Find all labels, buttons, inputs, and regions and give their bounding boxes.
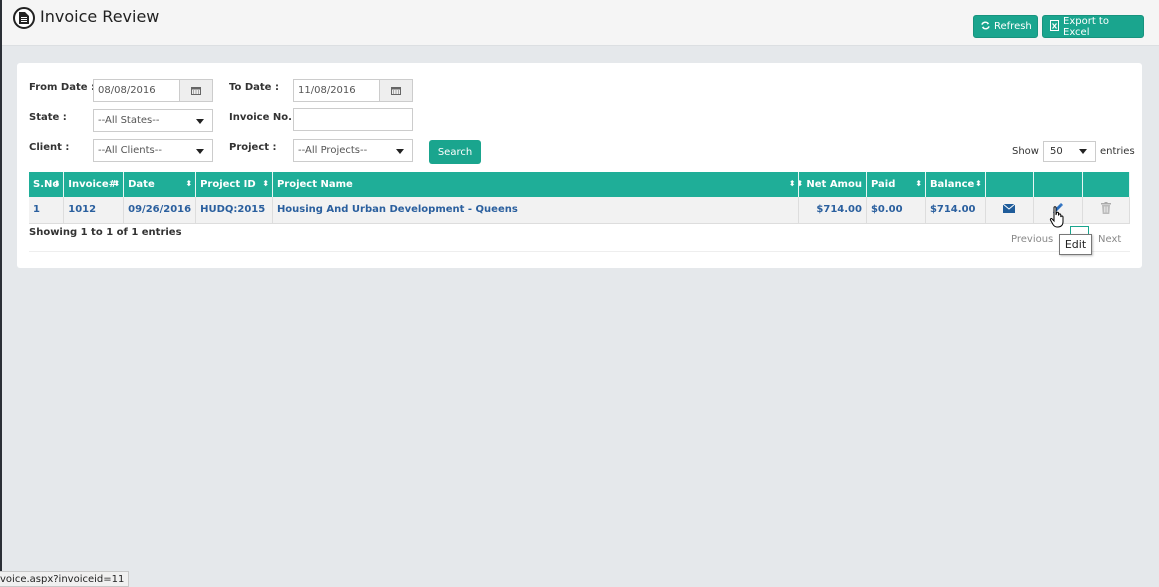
column-header-date[interactable]: Date ⬍: [123, 172, 197, 197]
cell-project-id: HUDQ:2015: [195, 197, 273, 224]
table-row: 1 1012 09/26/2016 HUDQ:2015 Housing And …: [29, 197, 1131, 224]
export-label: Export to Excel: [1063, 15, 1109, 38]
from-date-input[interactable]: 08/08/2016: [93, 79, 213, 102]
calendar-icon: [191, 87, 201, 95]
export-to-excel-button[interactable]: Export to Excel: [1042, 15, 1144, 38]
chevron-down-icon: [196, 119, 204, 124]
delete-icon: [1100, 202, 1111, 215]
client-label: Client :: [29, 142, 70, 153]
column-header-email: [985, 172, 1035, 197]
browser-status-bar: voice.aspx?invoiceid=11: [0, 571, 129, 587]
email-icon: [1003, 203, 1016, 213]
cell-balance: $714.00: [925, 197, 986, 224]
state-select[interactable]: --All States--: [93, 109, 213, 132]
from-date-value: 08/08/2016: [98, 85, 156, 96]
to-date-input[interactable]: 11/08/2016: [293, 79, 413, 102]
column-header-sno[interactable]: S.No ⬍: [29, 172, 65, 197]
chevron-down-icon: [396, 149, 404, 154]
sort-icon: ⬍: [262, 179, 269, 188]
sort-icon: ⬍: [113, 179, 121, 188]
table-info: Showing 1 to 1 of 1 entries: [29, 227, 182, 238]
chevron-down-icon: [1078, 149, 1087, 154]
chevron-down-icon: [196, 149, 204, 154]
to-date-label: To Date :: [229, 82, 279, 93]
cell-paid: $0.00: [866, 197, 926, 224]
column-header-project-id[interactable]: Project ID ⬍: [195, 172, 273, 197]
entries-per-page-select[interactable]: 50: [1042, 141, 1096, 162]
edit-tooltip: Edit: [1059, 234, 1092, 255]
sort-icon: ⬍: [788, 179, 796, 188]
show-label: Show: [1012, 146, 1039, 157]
entries-label: entries: [1099, 146, 1135, 157]
from-date-calendar-button[interactable]: [179, 80, 212, 101]
column-header-delete: [1082, 172, 1131, 197]
document-icon: [13, 7, 35, 29]
to-date-calendar-button[interactable]: [379, 80, 412, 101]
from-date-label: From Date :: [29, 82, 95, 93]
project-select[interactable]: --All Projects--: [293, 139, 413, 162]
table-header-row: S.No ⬍ Invoice# ⬍ Date ⬍ Project ID ⬍ Projec…: [29, 172, 1131, 197]
invoice-no-label: Invoice No. :: [229, 112, 300, 123]
invoice-panel: From Date : 08/08/2016 To Date : 11/08/2…: [17, 63, 1142, 268]
search-button[interactable]: Search: [429, 140, 481, 164]
sort-icon: ⬍: [185, 179, 193, 188]
invoice-no-input[interactable]: [293, 108, 413, 131]
column-header-net-amount[interactable]: Net Amou⬍: [798, 172, 867, 197]
state-label: State :: [29, 112, 67, 123]
page-header: Invoice Review Refresh Export to Excel: [2, 0, 1159, 46]
excel-file-icon: [1050, 19, 1059, 34]
column-header-paid[interactable]: Paid ⬍: [866, 172, 926, 197]
entries-selected: 50: [1049, 146, 1063, 157]
cell-project-name[interactable]: Housing And Urban Development - Queens: [272, 197, 800, 224]
page-title: Invoice Review: [40, 7, 160, 26]
column-header-invoice[interactable]: Invoice# ⬍: [63, 172, 125, 197]
cell-sno: 1: [29, 197, 65, 224]
cell-net-amount: $714.00: [798, 197, 867, 224]
sort-icon: ⬍: [915, 179, 922, 188]
calendar-icon: [391, 87, 401, 95]
panel-divider: [29, 251, 1130, 252]
cell-date: 09/26/2016: [123, 197, 197, 224]
refresh-icon: [981, 21, 990, 33]
pagination-next[interactable]: Next: [1098, 234, 1121, 245]
sort-icon: ⬍: [53, 179, 61, 188]
hand-cursor-icon: [1049, 206, 1065, 231]
sort-icon: ⬍: [799, 179, 803, 188]
cell-invoice[interactable]: 1012: [63, 197, 125, 224]
window-left-edge: [0, 0, 2, 587]
project-label: Project :: [229, 142, 277, 153]
email-button[interactable]: [985, 197, 1035, 224]
delete-button[interactable]: [1082, 197, 1131, 224]
pagination-previous[interactable]: Previous: [1011, 234, 1053, 245]
refresh-label: Refresh: [994, 21, 1032, 32]
to-date-value: 11/08/2016: [298, 85, 356, 96]
client-select[interactable]: --All Clients--: [93, 139, 213, 162]
state-selected: --All States--: [98, 115, 160, 126]
client-selected: --All Clients--: [98, 145, 162, 156]
column-header-project-name[interactable]: Project Name ⬍: [272, 172, 800, 197]
column-header-edit: [1033, 172, 1083, 197]
invoice-table: S.No ⬍ Invoice# ⬍ Date ⬍ Project ID ⬍ Projec…: [29, 172, 1131, 224]
column-header-balance[interactable]: Balance ⬍: [925, 172, 986, 197]
project-selected: --All Projects--: [298, 145, 368, 156]
refresh-button[interactable]: Refresh: [973, 15, 1038, 38]
sort-icon: ⬍: [974, 179, 982, 188]
show-entries: Show 50 entries: [1012, 141, 1135, 162]
